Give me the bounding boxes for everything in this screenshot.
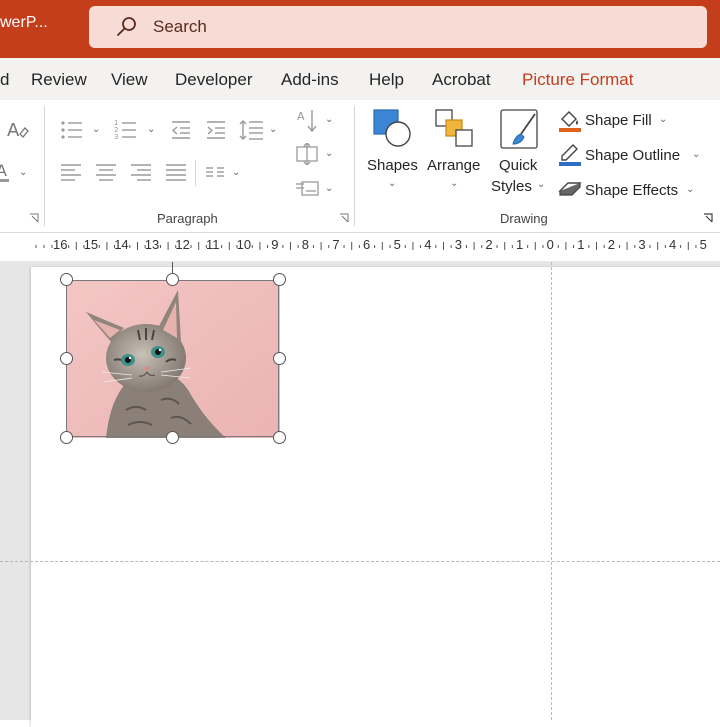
ruler-tick-label: 1 [577, 237, 585, 252]
shapes-icon[interactable] [372, 108, 412, 150]
shape-effects-icon[interactable] [558, 179, 582, 199]
ruler-tick-label: 4 [424, 237, 432, 252]
columns-icon[interactable] [205, 166, 225, 178]
paragraph-group-label: Paragraph [157, 211, 218, 226]
justify-icon[interactable] [165, 163, 187, 181]
align-right-icon[interactable] [130, 163, 152, 181]
horizontal-center-guide [0, 561, 720, 562]
ruler-tick-label: 9 [271, 237, 279, 252]
ruler-tick-label: 4 [669, 237, 677, 252]
quick-styles-dropdown-chevron[interactable]: ⌄ [537, 179, 545, 190]
resize-handle-left[interactable] [60, 352, 73, 365]
ruler-tick-label: 6 [363, 237, 371, 252]
resize-handle-right[interactable] [273, 352, 286, 365]
ruler-tick-label: 14 [114, 237, 129, 252]
resize-handle-top-right[interactable] [273, 273, 286, 286]
svg-text:3: 3 [114, 133, 118, 141]
numbering-dropdown-chevron[interactable]: ⌄ [147, 124, 155, 135]
quick-styles-label-1[interactable]: Quick [499, 157, 537, 174]
resize-handle-top-left[interactable] [60, 273, 73, 286]
tab-acrobat[interactable]: Acrobat [432, 70, 491, 90]
shape-fill-button[interactable]: Shape Fill [585, 112, 652, 129]
font-color-dropdown-chevron[interactable]: ⌄ [19, 167, 27, 178]
ruler-tick-label: 0 [546, 237, 554, 252]
align-center-icon[interactable] [95, 163, 117, 181]
ruler-tick-label: 3 [454, 237, 463, 252]
arrange-dropdown-chevron[interactable]: ⌄ [450, 178, 458, 189]
quick-styles-icon[interactable] [499, 108, 541, 152]
search-icon[interactable] [115, 15, 139, 39]
tab-view[interactable]: View [111, 70, 148, 90]
shape-outline-dropdown-chevron[interactable]: ⌄ [692, 149, 700, 160]
ruler-tick-label: 5 [393, 237, 401, 252]
drawing-dialog-launcher-icon[interactable] [703, 213, 713, 223]
ribbon-separator [195, 160, 196, 186]
ruler-tick-label: 16 [53, 237, 68, 252]
app-title: werP... [0, 14, 48, 31]
smartart-dropdown-chevron[interactable]: ⌄ [325, 183, 333, 194]
ruler-tick-label: 12 [175, 237, 190, 252]
text-direction-dropdown-chevron[interactable]: ⌄ [325, 114, 333, 125]
numbering-icon[interactable]: 123 [114, 119, 138, 141]
ruler-tick-label: 13 [144, 237, 160, 252]
ruler-tick-label: 7 [332, 237, 340, 252]
text-direction-icon[interactable]: A [297, 108, 319, 134]
resize-handle-bottom[interactable] [166, 431, 179, 444]
ruler-tick-label: 3 [638, 237, 646, 252]
tab-picture-format[interactable]: Picture Format [522, 70, 633, 90]
svg-text:A: A [7, 120, 20, 141]
arrange-button[interactable]: Arrange [427, 157, 480, 174]
increase-indent-icon[interactable] [205, 120, 227, 140]
bullets-dropdown-chevron[interactable]: ⌄ [92, 124, 100, 135]
ruler-tick-label: 1 [516, 237, 524, 252]
resize-handle-bottom-left[interactable] [60, 431, 73, 444]
paragraph-dialog-launcher-icon[interactable] [339, 213, 349, 223]
resize-handle-top[interactable] [166, 273, 179, 286]
ruler-tick-label: 8 [301, 237, 310, 252]
line-spacing-dropdown-chevron[interactable]: ⌄ [269, 124, 277, 135]
decrease-indent-icon[interactable] [170, 120, 192, 140]
ruler-tick-label: 2 [485, 237, 493, 252]
tab-add-ins[interactable]: Add-ins [281, 70, 339, 90]
line-spacing-icon[interactable] [238, 119, 264, 141]
selection-border [66, 280, 279, 437]
columns-dropdown-chevron[interactable]: ⌄ [232, 167, 240, 178]
shape-fill-dropdown-chevron[interactable]: ⌄ [659, 114, 667, 125]
align-left-icon[interactable] [60, 163, 82, 181]
font-dialog-launcher-icon[interactable] [29, 213, 39, 223]
arrange-icon[interactable] [434, 108, 476, 150]
align-text-dropdown-chevron[interactable]: ⌄ [325, 148, 333, 159]
shapes-dropdown-chevron[interactable]: ⌄ [388, 178, 396, 189]
shape-outline-button[interactable]: Shape Outline [585, 147, 680, 164]
ruler-tick-label: 11 [206, 237, 220, 252]
ruler-tick-label: 15 [83, 237, 99, 252]
clear-formatting-icon[interactable]: A [6, 118, 30, 142]
shape-effects-dropdown-chevron[interactable]: ⌄ [686, 184, 694, 195]
ribbon-separator [44, 106, 45, 226]
font-color-icon[interactable]: A [0, 160, 14, 184]
shape-fill-icon[interactable] [558, 109, 582, 133]
resize-handle-bottom-right[interactable] [273, 431, 286, 444]
shapes-button[interactable]: Shapes [367, 157, 418, 174]
vertical-center-guide [551, 262, 552, 720]
ruler-tick-label: 2 [607, 237, 616, 252]
search-input[interactable]: Search [153, 17, 207, 37]
tab-help[interactable]: Help [369, 70, 404, 90]
svg-text:A: A [0, 161, 7, 180]
tab-review[interactable]: Review [31, 70, 87, 90]
drawing-group-label: Drawing [500, 211, 548, 226]
svg-text:A: A [297, 110, 305, 123]
bullets-icon[interactable] [60, 120, 84, 140]
quick-styles-label-2[interactable]: Styles [491, 178, 532, 195]
ribbon-separator [354, 106, 355, 226]
align-text-icon[interactable] [295, 143, 319, 165]
smartart-icon[interactable] [296, 179, 320, 197]
shape-outline-icon[interactable] [558, 143, 582, 167]
tab-home-partial[interactable]: d [0, 70, 9, 90]
tab-developer[interactable]: Developer [175, 70, 253, 90]
ruler-tick-label: 5 [699, 237, 707, 252]
ruler-tick-label: 10 [236, 237, 252, 252]
shape-effects-button[interactable]: Shape Effects [585, 182, 678, 199]
